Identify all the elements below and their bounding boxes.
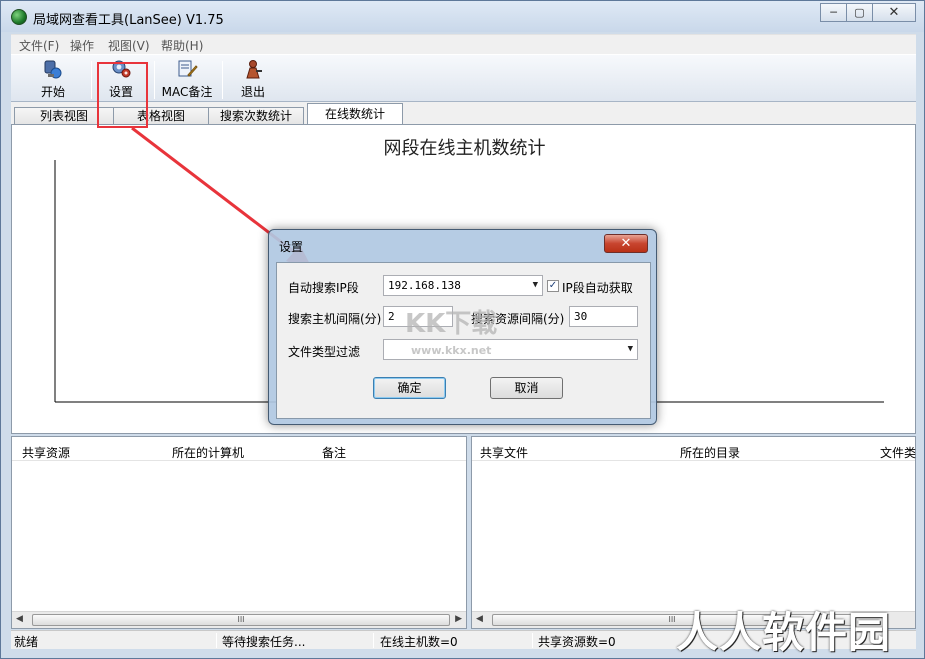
toolbar-separator — [222, 61, 223, 99]
scroll-left-icon[interactable]: ◀ — [476, 614, 483, 624]
horizontal-scrollbar[interactable]: ◀ III ▶ — [12, 611, 466, 628]
status-shared-count: 共享资源数=0 — [538, 635, 616, 649]
maximize-button[interactable]: ▢ — [846, 3, 873, 22]
scroll-right-icon[interactable]: ▶ — [455, 614, 462, 624]
auto-ip-select[interactable]: 192.168.138 ▼ — [383, 275, 543, 296]
status-ready: 就绪 — [14, 635, 39, 649]
chevron-down-icon[interactable]: ▼ — [533, 276, 538, 295]
mac-note-label: MAC备注 — [161, 85, 213, 99]
menu-operate[interactable]: 操作 — [70, 37, 94, 54]
start-computer-icon — [44, 60, 62, 79]
annotation-highlight-box — [97, 62, 148, 128]
settings-dialog: 设置 ✕ 自动搜索IP段 192.168.138 ▼ ✓ IP段自动获取 搜索主… — [268, 229, 657, 425]
dialog-close-button[interactable]: ✕ — [604, 234, 648, 253]
chevron-down-icon[interactable]: ▼ — [628, 340, 633, 359]
mac-note-button[interactable]: MAC备注 — [159, 59, 215, 101]
auto-ip-label: 自动搜索IP段 — [288, 281, 359, 295]
start-label: 开始 — [40, 85, 65, 99]
window-controls: ─ ▢ ✕ — [820, 3, 916, 22]
column-header[interactable]: 备注 — [322, 444, 346, 461]
dialog-body: 自动搜索IP段 192.168.138 ▼ ✓ IP段自动获取 搜索主机间隔(分… — [276, 262, 651, 419]
column-header[interactable]: 所在的目录 — [680, 444, 740, 461]
shared-resources-header: 共享资源 所在的计算机 备注 — [12, 437, 466, 461]
column-header[interactable]: 所在的计算机 — [172, 444, 244, 461]
column-header[interactable]: 共享文件 — [480, 444, 528, 461]
auto-ip-checkbox[interactable]: ✓ — [547, 280, 559, 292]
file-filter-label: 文件类型过滤 — [288, 345, 361, 359]
start-button[interactable]: 开始 — [37, 59, 69, 101]
exit-label: 退出 — [240, 85, 265, 99]
window-title: 局域网查看工具(LanSee) V1.75 — [33, 13, 224, 28]
corner-watermark: 人人软件园 — [676, 608, 892, 657]
exit-button[interactable]: 退出 — [237, 59, 269, 101]
tab-online-count[interactable]: 在线数统计 — [307, 103, 403, 125]
scroll-thumb[interactable]: III — [32, 614, 450, 626]
toolbar-separator — [91, 61, 92, 99]
toolbar-separator — [154, 61, 155, 99]
ok-button[interactable]: 确定 — [373, 377, 446, 399]
menu-help[interactable]: 帮助(H) — [161, 37, 203, 54]
auto-ip-value: 192.168.138 — [388, 279, 461, 292]
cancel-button[interactable]: 取消 — [490, 377, 563, 399]
status-separator — [216, 633, 217, 648]
minimize-button[interactable]: ─ — [820, 3, 847, 22]
auto-ip-checkbox-label: IP段自动获取 — [562, 281, 633, 295]
column-header[interactable]: 共享资源 — [22, 444, 70, 461]
kk-url-watermark: www.kkx.net — [411, 344, 492, 357]
kk-watermark: KK下载 — [405, 309, 498, 339]
menu-bar: 文件(F) 操作 视图(V) 帮助(H) — [11, 34, 916, 54]
status-online-hosts: 在线主机数=0 — [380, 635, 458, 649]
shared-resources-grid: 共享资源 所在的计算机 备注 ◀ III ▶ — [11, 436, 467, 629]
host-interval-label: 搜索主机间隔(分) — [288, 312, 382, 326]
tab-search-count[interactable]: 搜索次数统计 — [208, 107, 304, 125]
status-task: 等待搜索任务... — [222, 635, 306, 649]
menu-file[interactable]: 文件(F) — [19, 37, 59, 54]
close-button[interactable]: ✕ — [872, 3, 916, 22]
app-globe-icon — [11, 9, 27, 25]
menu-view[interactable]: 视图(V) — [108, 37, 150, 54]
exit-person-icon — [246, 60, 262, 79]
scroll-left-icon[interactable]: ◀ — [16, 614, 23, 624]
status-separator — [532, 633, 533, 648]
shared-files-header: 共享文件 所在的目录 文件类 — [472, 437, 916, 461]
resource-interval-input[interactable]: 30 — [569, 306, 638, 327]
title-bar[interactable]: 局域网查看工具(LanSee) V1.75 ─ ▢ ✕ — [1, 1, 924, 32]
mac-note-edit-icon — [178, 60, 198, 77]
status-separator — [373, 633, 374, 648]
dialog-title: 设置 — [279, 240, 304, 254]
column-header[interactable]: 文件类 — [880, 444, 916, 461]
